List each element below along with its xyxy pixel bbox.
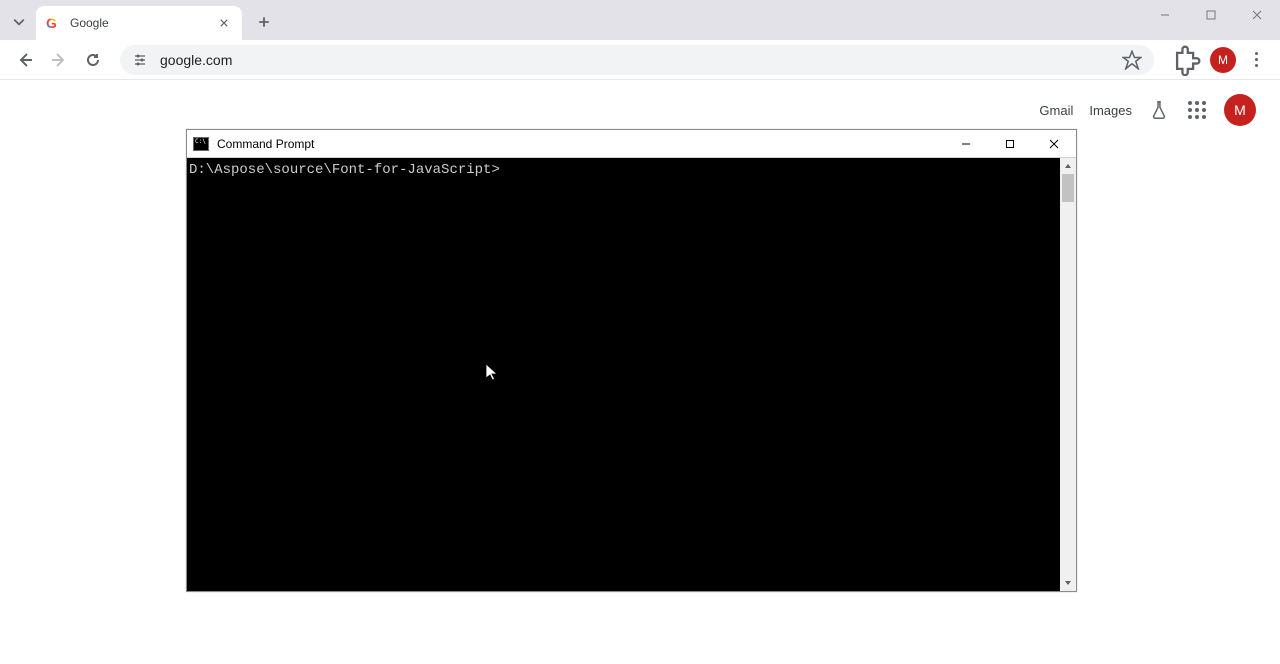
gmail-link[interactable]: Gmail	[1039, 103, 1073, 118]
bookmark-button[interactable]	[1122, 50, 1142, 70]
tab-title: Google	[70, 16, 216, 30]
google-apps-button[interactable]	[1186, 99, 1208, 121]
minimize-icon	[961, 139, 971, 149]
minimize-icon	[1160, 10, 1170, 20]
puzzle-icon	[1170, 44, 1202, 76]
close-icon	[1049, 139, 1059, 149]
site-settings-icon[interactable]	[132, 52, 148, 68]
new-tab-button[interactable]	[250, 8, 278, 36]
cmd-close-button[interactable]	[1032, 130, 1076, 157]
command-prompt-window: Command Prompt D:\Aspose\source\Font-for…	[186, 129, 1077, 592]
kebab-icon	[1255, 52, 1258, 67]
chrome-menu-button[interactable]	[1240, 44, 1272, 76]
chevron-down-icon	[13, 16, 25, 28]
flask-icon	[1148, 99, 1170, 121]
chrome-maximize-button[interactable]	[1188, 0, 1234, 30]
images-link[interactable]: Images	[1089, 103, 1132, 118]
google-favicon: G	[46, 15, 62, 31]
triangle-down-icon	[1064, 579, 1072, 587]
chrome-toolbar: google.com M	[0, 40, 1280, 80]
maximize-icon	[1206, 10, 1216, 20]
cmd-prompt-line: D:\Aspose\source\Font-for-JavaScript>	[189, 162, 500, 178]
arrow-left-icon	[17, 52, 33, 68]
google-account-button[interactable]: M	[1224, 94, 1256, 126]
close-icon	[220, 19, 228, 27]
scroll-up-button[interactable]	[1060, 158, 1076, 174]
reload-button[interactable]	[76, 43, 110, 77]
scrollbar-track[interactable]	[1060, 174, 1076, 575]
url-text: google.com	[160, 52, 1122, 68]
extensions-button[interactable]	[1170, 44, 1202, 76]
chrome-tab-strip: G Google	[0, 0, 1280, 40]
cmd-window-title: Command Prompt	[217, 137, 944, 151]
chrome-close-button[interactable]	[1234, 0, 1280, 30]
tune-icon	[132, 52, 148, 68]
back-button[interactable]	[8, 43, 42, 77]
triangle-up-icon	[1064, 162, 1072, 170]
cmd-vertical-scrollbar[interactable]	[1060, 158, 1076, 591]
chrome-window-controls	[1142, 0, 1280, 30]
cmd-body-wrap: D:\Aspose\source\Font-for-JavaScript>	[187, 158, 1076, 591]
cmd-titlebar[interactable]: Command Prompt	[187, 130, 1076, 158]
arrow-right-icon	[51, 52, 67, 68]
scroll-down-button[interactable]	[1060, 575, 1076, 591]
reload-icon	[85, 52, 101, 68]
plus-icon	[258, 16, 270, 28]
browser-tab-active[interactable]: G Google	[36, 6, 242, 40]
cmd-minimize-button[interactable]	[944, 130, 988, 157]
chrome-minimize-button[interactable]	[1142, 0, 1188, 30]
scrollbar-thumb[interactable]	[1062, 174, 1074, 202]
address-bar[interactable]: google.com	[120, 45, 1154, 75]
search-labs-button[interactable]	[1148, 99, 1170, 121]
cmd-maximize-button[interactable]	[988, 130, 1032, 157]
chrome-profile-button[interactable]: M	[1210, 47, 1236, 73]
tab-search-dropdown[interactable]	[6, 8, 32, 36]
maximize-icon	[1005, 139, 1015, 149]
star-icon	[1122, 50, 1142, 70]
close-icon	[1252, 10, 1262, 20]
cmd-window-controls	[944, 130, 1076, 157]
cmd-terminal[interactable]: D:\Aspose\source\Font-for-JavaScript>	[187, 158, 1060, 591]
forward-button[interactable]	[42, 43, 76, 77]
cmd-icon	[193, 137, 209, 151]
tab-close-button[interactable]	[216, 15, 232, 31]
apps-grid-icon	[1188, 101, 1206, 119]
